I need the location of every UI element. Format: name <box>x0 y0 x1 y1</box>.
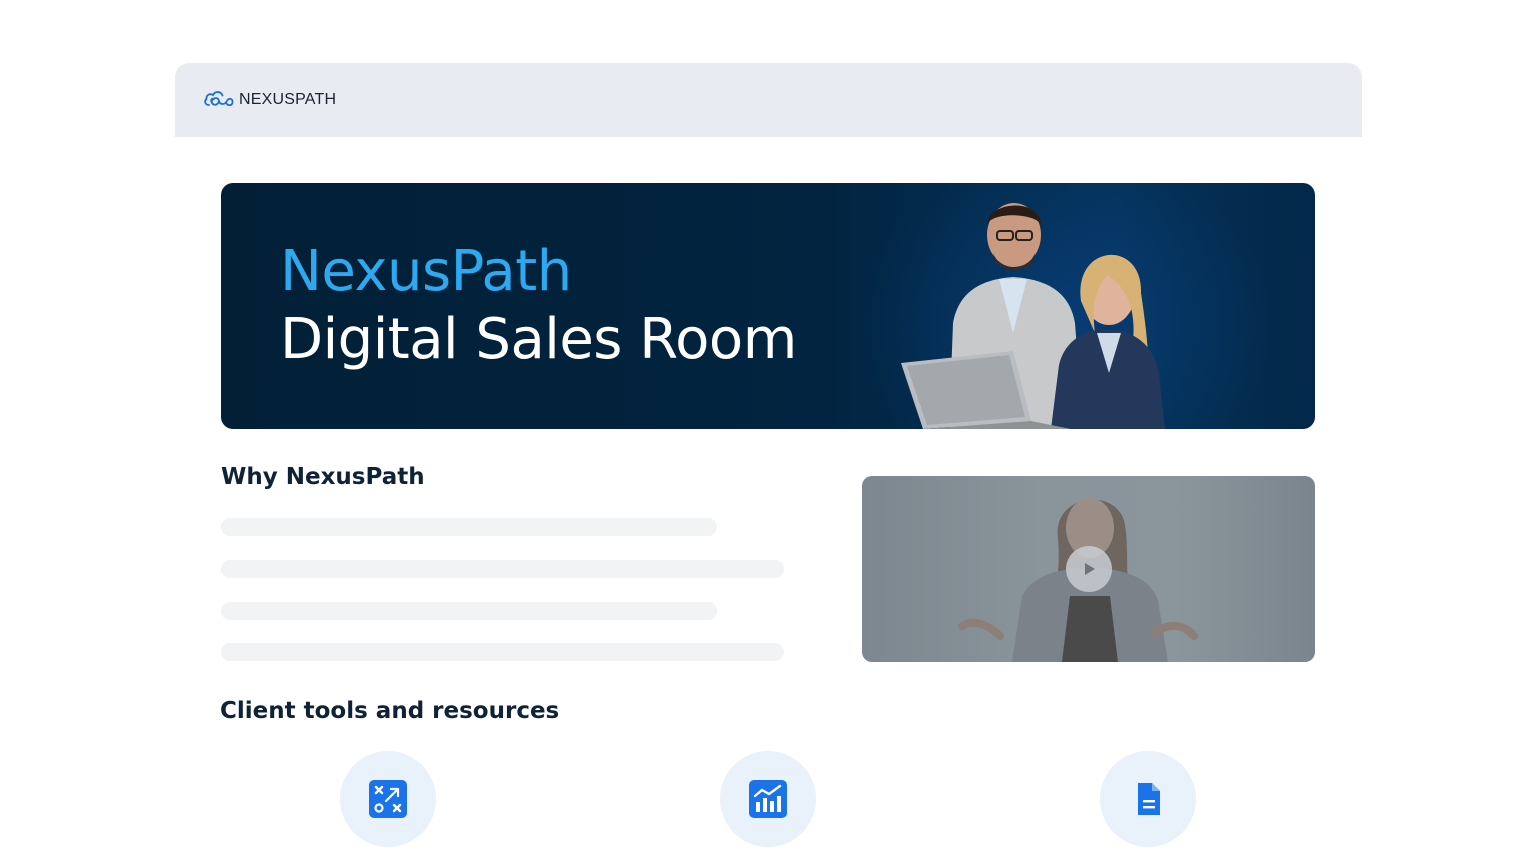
play-button[interactable] <box>1066 546 1112 592</box>
hero-photo <box>901 203 1165 429</box>
text-placeholder-line <box>221 560 784 578</box>
document-icon <box>1138 783 1160 815</box>
why-section-title: Why NexusPath <box>221 464 425 490</box>
hero-banner: NexusPath Digital Sales Room <box>221 183 1315 429</box>
cloud-infinity-icon <box>204 91 234 107</box>
text-placeholder-line <box>221 643 784 661</box>
text-placeholder-line <box>221 602 717 620</box>
hero-subtitle: Digital Sales Room <box>280 307 797 372</box>
tool-strategy[interactable] <box>340 751 436 847</box>
tools-section-title: Client tools and resources <box>220 698 560 724</box>
strategy-icon <box>369 780 407 818</box>
chart-icon <box>749 780 787 818</box>
top-bar: NEXUSPATH <box>175 63 1362 137</box>
video-player[interactable] <box>862 476 1315 662</box>
tool-analytics[interactable] <box>720 751 816 847</box>
text-placeholder-line <box>221 518 717 536</box>
play-icon <box>1085 563 1095 575</box>
tool-documents[interactable] <box>1100 751 1196 847</box>
app-window: NEXUSPATH NexusPath Digital Sales Room W <box>175 63 1362 864</box>
brand-name: NEXUSPATH <box>239 91 337 108</box>
hero-title: NexusPath <box>280 239 572 304</box>
brand-logo[interactable]: NEXUSPATH <box>203 88 336 112</box>
